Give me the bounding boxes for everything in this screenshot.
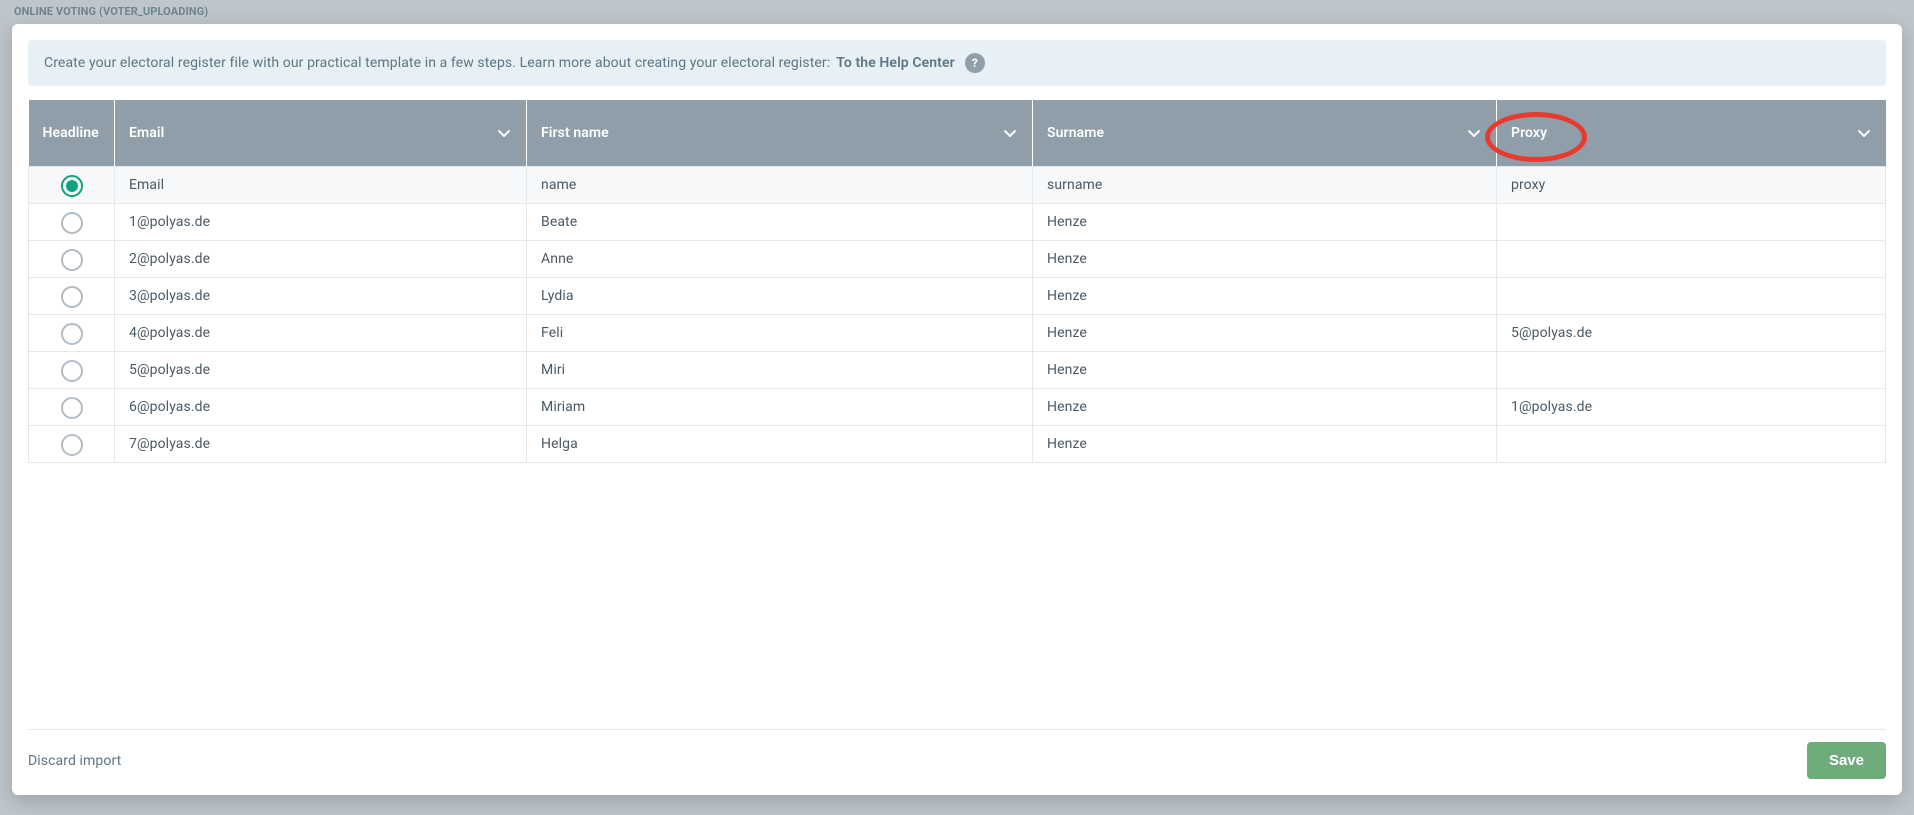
column-header-label: Headline (43, 125, 99, 141)
table-row: 2@polyas.deAnneHenze (29, 241, 1886, 278)
column-header-proxy[interactable]: Proxy (1497, 100, 1886, 167)
cell-surname: surname (1033, 167, 1497, 204)
headline-radio-cell (29, 167, 115, 204)
cell-first: Beate (527, 204, 1033, 241)
headline-radio[interactable] (61, 323, 83, 345)
cell-surname: Henze (1033, 352, 1497, 389)
cell-email: 5@polyas.de (115, 352, 527, 389)
headline-radio[interactable] (61, 360, 83, 382)
column-header-surname[interactable]: Surname (1033, 100, 1497, 167)
cell-proxy: proxy (1497, 167, 1886, 204)
cell-proxy (1497, 352, 1886, 389)
help-center-link[interactable]: To the Help Center (836, 55, 955, 71)
cell-email: 1@polyas.de (115, 204, 527, 241)
table-row: Emailnamesurnameproxy (29, 167, 1886, 204)
cell-first: Miriam (527, 389, 1033, 426)
voter-upload-modal: Create your electoral register file with… (12, 24, 1902, 795)
cell-proxy (1497, 204, 1886, 241)
cell-email: Email (115, 167, 527, 204)
table-row: 1@polyas.deBeateHenze (29, 204, 1886, 241)
column-header-label: Email (129, 125, 164, 141)
modal-footer: Discard import Save (28, 729, 1886, 779)
cell-surname: Henze (1033, 204, 1497, 241)
headline-radio[interactable] (61, 212, 83, 234)
help-icon[interactable]: ? (965, 53, 985, 73)
cell-surname: Henze (1033, 426, 1497, 463)
headline-radio-cell (29, 426, 115, 463)
cell-surname: Henze (1033, 315, 1497, 352)
table-row: 4@polyas.deFeliHenze5@polyas.de (29, 315, 1886, 352)
cell-first: Helga (527, 426, 1033, 463)
column-header-email[interactable]: Email (115, 100, 527, 167)
cell-email: 4@polyas.de (115, 315, 527, 352)
info-banner: Create your electoral register file with… (28, 40, 1886, 86)
cell-first: Miri (527, 352, 1033, 389)
cell-first: Lydia (527, 278, 1033, 315)
cell-proxy: 1@polyas.de (1497, 389, 1886, 426)
headline-radio[interactable] (61, 434, 83, 456)
cell-email: 7@polyas.de (115, 426, 527, 463)
table-row: 6@polyas.deMiriamHenze1@polyas.de (29, 389, 1886, 426)
cell-surname: Henze (1033, 278, 1497, 315)
column-header-label: Surname (1047, 125, 1104, 141)
column-header-label: First name (541, 125, 609, 141)
table-row: 3@polyas.deLydiaHenze (29, 278, 1886, 315)
cell-first: Feli (527, 315, 1033, 352)
cell-surname: Henze (1033, 389, 1497, 426)
cell-proxy (1497, 426, 1886, 463)
headline-radio[interactable] (61, 175, 83, 197)
cell-email: 6@polyas.de (115, 389, 527, 426)
headline-radio-cell (29, 204, 115, 241)
column-header-firstname[interactable]: First name (527, 100, 1033, 167)
info-banner-text: Create your electoral register file with… (44, 55, 830, 71)
headline-radio-cell (29, 241, 115, 278)
cell-email: 3@polyas.de (115, 278, 527, 315)
column-header-label: Proxy (1511, 125, 1547, 141)
headline-radio[interactable] (61, 249, 83, 271)
table-row: 5@polyas.deMiriHenze (29, 352, 1886, 389)
headline-radio-cell (29, 315, 115, 352)
cell-email: 2@polyas.de (115, 241, 527, 278)
breadcrumb: ONLINE VOTING (VOTER_UPLOADING) (0, 0, 1914, 19)
chevron-down-icon (496, 125, 512, 141)
cell-proxy: 5@polyas.de (1497, 315, 1886, 352)
headline-radio-cell (29, 389, 115, 426)
save-button[interactable]: Save (1807, 742, 1886, 779)
chevron-down-icon (1466, 125, 1482, 141)
headline-radio[interactable] (61, 286, 83, 308)
chevron-down-icon (1856, 125, 1872, 141)
headline-radio[interactable] (61, 397, 83, 419)
cell-surname: Henze (1033, 241, 1497, 278)
discard-import-link[interactable]: Discard import (28, 753, 121, 769)
column-header-headline: Headline (29, 100, 115, 167)
mapping-table: Headline Email First name (28, 100, 1886, 463)
cell-proxy (1497, 241, 1886, 278)
table-row: 7@polyas.deHelgaHenze (29, 426, 1886, 463)
chevron-down-icon (1002, 125, 1018, 141)
headline-radio-cell (29, 278, 115, 315)
cell-proxy (1497, 278, 1886, 315)
cell-first: Anne (527, 241, 1033, 278)
cell-first: name (527, 167, 1033, 204)
headline-radio-cell (29, 352, 115, 389)
